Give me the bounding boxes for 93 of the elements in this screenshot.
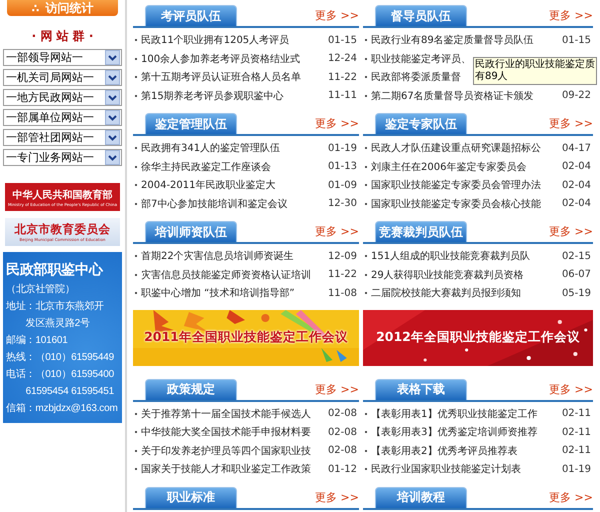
news-link[interactable]: 第十五期考评员认证班合格人员名单 bbox=[141, 70, 324, 84]
news-date: 01-15 bbox=[562, 34, 591, 46]
more-link[interactable]: 更多 >> bbox=[549, 224, 593, 239]
news-date: 02-11 bbox=[562, 445, 591, 456]
news-link[interactable]: 徐华主持民政鉴定工作座谈会 bbox=[141, 160, 324, 174]
more-link[interactable]: 更多 >> bbox=[315, 382, 359, 396]
site-dropdown[interactable]: 一部属单位网站一 bbox=[3, 109, 122, 126]
event-banner[interactable]: 2011年全国职业技能鉴定工作会议 bbox=[133, 310, 359, 366]
news-link[interactable]: 【表彰用表1】优秀职业技能鉴定工作 bbox=[371, 406, 558, 421]
site-dropdown[interactable]: 一地方民政网站一 bbox=[3, 89, 122, 106]
contact-line: 电话：（010）61595400 bbox=[6, 368, 115, 382]
contact-line: 61595454 61595451 bbox=[24, 385, 115, 399]
section-tab[interactable]: 鉴定管理队伍 bbox=[145, 113, 237, 134]
stats-title: 访问统计 bbox=[45, 0, 94, 16]
contact-subtitle: （北京社管院） bbox=[6, 282, 76, 297]
more-link[interactable]: 更多 >> bbox=[549, 382, 593, 396]
event-banner[interactable]: 2012年全国职业技能鉴定工作会议 bbox=[363, 310, 593, 366]
dots-icon: ∴ bbox=[32, 2, 40, 14]
contact-line: 地址：北京市东燕郊开 bbox=[6, 300, 106, 314]
news-link[interactable]: 国家关于技能人才和职业鉴定工作政策 bbox=[141, 462, 324, 476]
news-link[interactable]: 职鉴中心增加 “技术和培训指导部” bbox=[141, 286, 324, 300]
news-date: 02-08 bbox=[328, 426, 357, 438]
site-dropdown[interactable]: 一部领导网站一 bbox=[3, 49, 122, 66]
site-dropdown[interactable]: 一专门业务网站一 bbox=[3, 149, 122, 166]
news-date: 09-22 bbox=[562, 90, 591, 102]
news-date: 02-11 bbox=[562, 408, 591, 420]
news-date: 11-08 bbox=[328, 288, 357, 299]
banner-title: 2012年全国职业技能鉴定工作会议 bbox=[376, 329, 580, 346]
contact-line: 邮编：101601 bbox=[6, 334, 69, 348]
news-link[interactable]: 国家职业技能鉴定专家委员会管理办法 bbox=[371, 178, 558, 192]
news-link[interactable]: 第二期67名质量督导员资格证卡颁发 bbox=[371, 88, 558, 103]
more-link[interactable]: 更多 >> bbox=[315, 490, 359, 504]
news-date: 11-22 bbox=[328, 72, 357, 83]
news-date: 11-22 bbox=[328, 269, 357, 280]
news-date: 11-11 bbox=[328, 90, 357, 102]
news-date: 05-19 bbox=[562, 288, 591, 299]
news-date: 02-11 bbox=[562, 426, 591, 438]
news-link[interactable]: 100余人参加养老考评员资格结业式 bbox=[141, 52, 324, 66]
news-link[interactable]: 民政人才队伍建设重点研究课题招标公 bbox=[371, 141, 558, 156]
news-date: 02-04 bbox=[562, 161, 591, 172]
news-date: 06-07 bbox=[562, 269, 591, 280]
contact-line: 信箱：mzbjdzx@163.com bbox=[6, 402, 119, 416]
news-date: 01-19 bbox=[328, 142, 357, 154]
news-link[interactable]: 民政行业国家职业技能鉴定计划表 bbox=[371, 462, 558, 476]
more-link[interactable]: 更多 >> bbox=[549, 116, 593, 131]
news-date: 04-17 bbox=[562, 142, 591, 154]
news-date: 02-04 bbox=[562, 198, 591, 210]
more-link[interactable]: 更多 >> bbox=[315, 8, 359, 23]
more-link[interactable]: 更多 >> bbox=[549, 490, 593, 504]
news-link[interactable]: 第15期养老考评员参观职鉴中心 bbox=[141, 88, 324, 103]
news-link[interactable]: 灾害信息员技能鉴定师资资格认证培训 bbox=[141, 268, 324, 282]
news-date: 01-15 bbox=[328, 34, 357, 46]
news-date: 01-12 bbox=[328, 464, 357, 475]
logo-title: 中华人民共和国教育部 bbox=[12, 188, 112, 202]
sites-heading: · 网 站 群 · bbox=[30, 28, 94, 45]
news-link[interactable]: 刘康主任在2006年鉴定专家委员会 bbox=[371, 160, 558, 174]
news-link[interactable]: 首期22个灾害信息员培训师资诞生 bbox=[141, 249, 324, 264]
news-link[interactable]: 国家职业技能鉴定专家委员会核心技能 bbox=[371, 196, 558, 211]
news-link[interactable]: 【表彰用表2】优秀考评员推荐表 bbox=[371, 444, 558, 458]
contact-line: 发区燕灵路2号 bbox=[24, 316, 91, 331]
more-link[interactable]: 更多 >> bbox=[315, 116, 359, 131]
news-link[interactable]: 二届院校技能大赛裁判员报到须知 bbox=[371, 286, 558, 300]
news-link[interactable]: 中华技能大奖全国技术能手申报材料要 bbox=[141, 425, 324, 440]
more-link[interactable]: 更多 >> bbox=[315, 224, 359, 239]
news-link[interactable]: 民政行业有89名鉴定质量督导员队伍 bbox=[371, 33, 558, 48]
news-date: 12-09 bbox=[328, 250, 357, 262]
section-tab[interactable]: 鉴定专家队伍 bbox=[375, 113, 467, 134]
banner-title: 2011年全国职业技能鉴定工作会议 bbox=[144, 329, 348, 346]
news-date: 01-13 bbox=[328, 161, 357, 172]
tooltip: 民政行业的职业技能鉴定质 有89人 bbox=[473, 57, 597, 85]
news-date: 01-09 bbox=[328, 180, 357, 191]
more-link[interactable]: 更多 >> bbox=[549, 8, 593, 23]
news-date: 01-19 bbox=[562, 464, 591, 475]
news-link[interactable]: 2004-2011年民政职业鉴定大 bbox=[141, 178, 324, 192]
news-date: 12-24 bbox=[328, 53, 357, 64]
news-link[interactable]: 民政11个职业拥有1205人考评员 bbox=[141, 33, 324, 48]
news-link[interactable]: 29人获得职业技能竞赛裁判员资格 bbox=[371, 268, 558, 282]
news-link[interactable]: 关于推荐第十一届全国技术能手候选人 bbox=[141, 406, 324, 421]
news-date: 02-08 bbox=[328, 408, 357, 420]
news-link[interactable]: 【表彰用表3】优秀鉴定培训师资推荐 bbox=[371, 425, 558, 440]
news-link[interactable]: 关于印发养老护理员等四个国家职业技 bbox=[141, 444, 324, 458]
news-link[interactable]: 151人组成的职业技能竞赛裁判员队 bbox=[371, 249, 558, 264]
news-date: 02-04 bbox=[562, 180, 591, 191]
news-link[interactable]: 民政拥有341人的鉴定管理队伍 bbox=[141, 141, 324, 156]
contact-line: 热线：（010）61595449 bbox=[6, 350, 115, 365]
news-date: 02-15 bbox=[562, 250, 591, 262]
contact-title: 民政部职鉴中心 bbox=[6, 260, 104, 279]
site-dropdown[interactable]: 一机关司局网站一 bbox=[3, 69, 122, 86]
news-date: 12-30 bbox=[328, 198, 357, 210]
news-link[interactable]: 部7中心参加技能培训和鉴定会议 bbox=[141, 196, 324, 211]
news-date: 02-08 bbox=[328, 445, 357, 456]
site-dropdown[interactable]: 一部管社团网站一 bbox=[3, 129, 122, 146]
logo-title: 北京市教育委员会 bbox=[14, 222, 110, 237]
